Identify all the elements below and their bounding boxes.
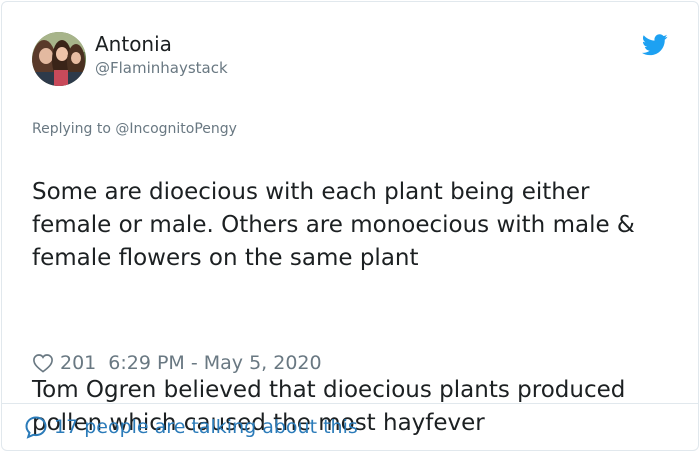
twitter-bird-icon[interactable] [642, 34, 668, 56]
avatar[interactable] [32, 32, 86, 86]
user-handle[interactable]: @Flaminhaystack [95, 58, 228, 78]
like-count[interactable]: 201 [60, 352, 96, 374]
replying-to[interactable]: Replying to @IncognitoPengy [32, 120, 237, 138]
speech-bubble-icon [25, 416, 47, 439]
heart-outline-icon[interactable] [32, 353, 54, 373]
timestamp[interactable]: 6:29 PM - May 5, 2020 [108, 352, 321, 374]
talking-link[interactable]: 17 people are talking about this [24, 414, 358, 440]
tweet-meta: 201 6:29 PM - May 5, 2020 [32, 350, 322, 376]
tweet-paragraph-1: Some are dioecious with each plant being… [32, 179, 635, 271]
divider [1, 403, 699, 404]
display-name[interactable]: Antonia [95, 32, 172, 56]
talking-label[interactable]: 17 people are talking about this [54, 416, 358, 438]
